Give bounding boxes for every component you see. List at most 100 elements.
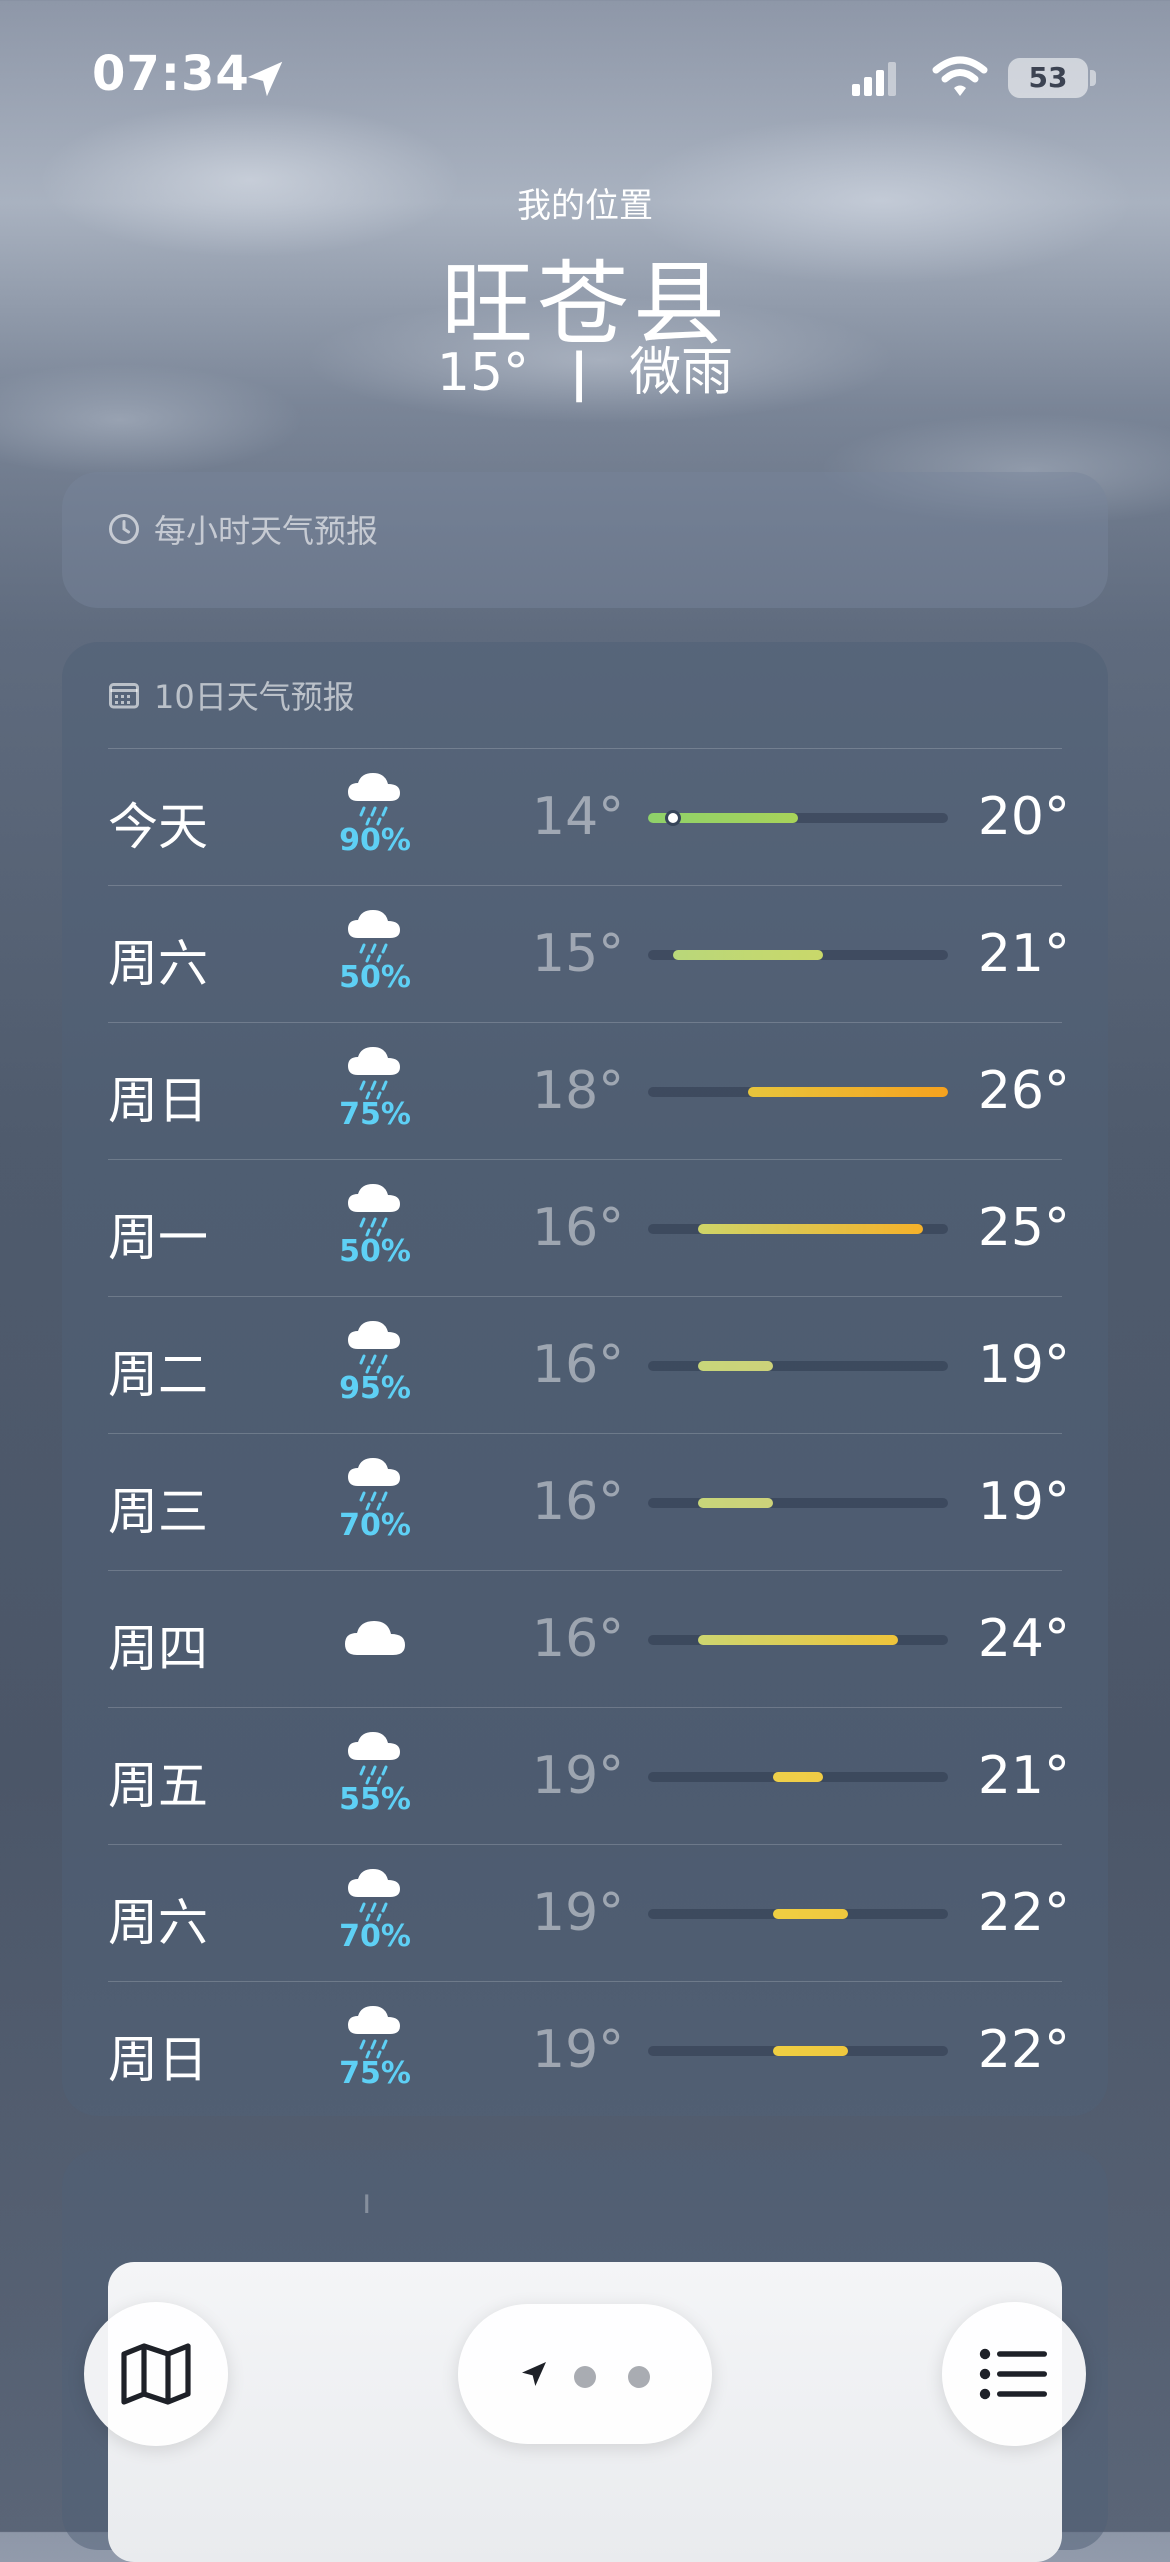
location-page-control[interactable] [458,2304,712,2444]
forecast-row: 周一 50% 16° 25° [108,1159,1070,1297]
city-list-button[interactable] [942,2302,1086,2446]
temperature-range-bar [648,950,948,960]
low-temperature: 19° [532,1883,625,1943]
hourly-forecast-title: 每小时天气预报 [154,512,379,550]
temperature-range-bar [648,1087,948,1097]
low-temperature: 19° [532,1746,625,1806]
page-dot[interactable] [574,2366,596,2388]
forecast-day: 今天 [108,798,208,856]
high-temperature: 26° [977,1061,1070,1121]
precipitation-chance: 90% [339,823,411,858]
high-temperature: 21° [977,924,1070,984]
forecast-row: 周六 50% 15° 21° [108,885,1070,1023]
precipitation-chance: 75% [339,1097,411,1132]
forecast-day: 周一 [108,1209,208,1267]
weather-condition: 75% [330,1041,420,1141]
weather-condition: 70% [330,1452,420,1552]
ten-day-forecast-header: 10日天气预报 [106,672,355,718]
forecast-day: 周四 [108,1620,208,1678]
precipitation-chance: 70% [339,1508,411,1543]
cellular-signal-icon [852,62,896,96]
temperature-range-bar [648,2046,948,2056]
weather-condition: 55% [330,1726,420,1826]
temperature-range-bar [648,1361,948,1371]
low-temperature: 16° [532,1198,625,1258]
forecast-day: 周日 [108,2031,208,2089]
weather-condition: 50% [330,1178,420,1278]
calendar-icon [109,683,139,709]
temperature-range-fill [698,1361,773,1371]
forecast-day: 周日 [108,1072,208,1130]
weather-condition: 75% [330,2000,420,2100]
current-summary: 15° | 微雨 [0,330,1170,405]
precipitation-chance: 70% [339,1919,411,1954]
weather-condition: 50% [330,904,420,1004]
temperature-range-fill [698,1224,923,1234]
high-temperature: 25° [977,1198,1070,1258]
ten-day-forecast-card[interactable]: 10日天气预报 今天 90% 14° 20° 周六 50% 15° 21° 周日 75% 18° 26… [62,642,1108,2116]
forecast-day: 周五 [108,1757,208,1815]
battery-tip [1090,70,1096,86]
rain-cloud-icon [330,767,420,829]
forecast-row: 周日 75% 19° 22° [108,1981,1070,2119]
status-time: 07:34 [92,46,250,102]
high-temperature: 20° [977,787,1070,847]
forecast-row: 周三 70% 16° 19° [108,1433,1070,1571]
low-temperature: 16° [532,1609,625,1669]
map-button[interactable] [84,2302,228,2446]
precipitation-chance: 50% [339,1234,411,1269]
card-marker-icon: ı [362,2182,372,2222]
temperature-range-bar [648,1635,948,1645]
weather-condition: 90% [330,767,420,867]
rain-cloud-icon [330,1315,420,1377]
summary-separator: | [569,343,589,403]
precipitation-chance: 50% [339,960,411,995]
forecast-row: 周日 75% 18° 26° [108,1022,1070,1160]
high-temperature: 19° [977,1335,1070,1395]
weather-condition: 95% [330,1315,420,1415]
wifi-icon [932,56,988,96]
high-temperature: 22° [977,1883,1070,1943]
page-dot[interactable] [628,2366,650,2388]
temperature-range-fill [698,1498,773,1508]
temperature-range-fill [748,1087,948,1097]
low-temperature: 19° [532,2020,625,2080]
current-temperature: 15° [436,343,530,403]
high-temperature: 19° [977,1472,1070,1532]
high-temperature: 24° [977,1609,1070,1669]
clock-icon [109,514,139,544]
hourly-forecast-header: 每小时天气预报 [106,506,378,552]
forecast-day: 周二 [108,1346,208,1404]
ten-day-forecast-title: 10日天气预报 [154,678,355,716]
forecast-row: 今天 90% 14° 20° [108,748,1070,886]
hourly-forecast-card[interactable]: 每小时天气预报 [62,472,1108,608]
forecast-row: 周五 55% 19° 21° [108,1707,1070,1845]
my-location-label: 我的位置 [517,186,653,226]
low-temperature: 15° [532,924,625,984]
rain-cloud-icon [330,1452,420,1514]
precipitation-chance: 55% [339,1782,411,1817]
temperature-range-bar [648,810,948,826]
low-temperature: 14° [532,787,625,847]
forecast-day: 周六 [108,935,208,993]
map-icon [121,2343,191,2405]
rain-cloud-icon [330,1726,420,1788]
high-temperature: 22° [977,2020,1070,2080]
low-temperature: 16° [532,1335,625,1395]
precipitation-chance: 95% [339,1371,411,1406]
forecast-row: 周六 70% 19° 22° [108,1844,1070,1982]
current-condition: 微雨 [629,343,734,403]
rain-cloud-icon [330,1863,420,1925]
battery-indicator: 53 [1008,58,1088,98]
current-temperature-marker [664,810,681,826]
weather-condition [330,1589,420,1689]
list-icon [979,2348,1047,2400]
temperature-range-bar [648,1909,948,1919]
temperature-range-fill [773,1772,823,1782]
location-arrow-icon [522,2362,546,2386]
temperature-range-fill [773,1909,848,1919]
forecast-row: 周四 16° 24° [108,1570,1070,1708]
rain-cloud-icon [330,1178,420,1240]
forecast-day: 周三 [108,1483,208,1541]
high-temperature: 21° [977,1746,1070,1806]
